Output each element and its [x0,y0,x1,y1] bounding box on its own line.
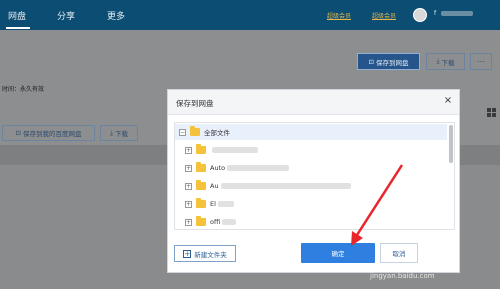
tree-row-folder-5[interactable]: + offi [185,214,237,229]
username[interactable]: f [434,10,436,17]
tree-row-label: offi [210,218,221,226]
save-to-netdisk-button[interactable]: ⊡ 保存到网盘 [357,53,420,70]
vip-link[interactable]: 超级会员 [327,11,351,20]
save-to-netdisk-label: 保存到网盘 [375,58,409,67]
save-to-netdisk-dialog: 保存到网盘 × − 全部文件 + + Auto + Au + El + offi… [167,89,460,273]
save-icon: ⊡ [15,129,21,137]
download-icon: ⤓ [436,57,440,65]
expand-icon[interactable]: + [185,218,192,226]
download-button-secondary[interactable]: ⤓ 下载 [100,125,138,141]
tree-scrollbar[interactable] [449,125,453,163]
vip-link-secondary[interactable]: 超级会员 [372,11,396,20]
plus-icon: + [183,249,192,258]
new-folder-button[interactable]: + 新建文件夹 [174,245,236,262]
close-icon[interactable]: × [442,95,454,107]
dialog-title: 保存到网盘 [176,99,214,108]
expand-icon[interactable]: + [185,146,192,154]
confirm-label: 确定 [331,250,345,258]
new-folder-label: 新建文件夹 [194,250,227,259]
dialog-header: 保存到网盘 × [168,90,459,115]
nav-tab-netdisk[interactable]: 网盘 [8,9,26,22]
tree-row-label: 全部文件 [204,129,230,137]
cancel-button[interactable]: 取消 [380,243,418,263]
grid-view-icon[interactable] [487,108,496,117]
save-icon: ⊡ [368,57,374,66]
more-icon: ⋯ [477,57,485,66]
redacted-name [212,147,258,153]
nav-tab-more[interactable]: 更多 [107,9,125,22]
redacted-name [222,219,237,225]
cancel-label: 取消 [392,250,406,258]
avatar[interactable] [413,8,427,22]
save-to-my-netdisk-label: 保存到我的百度网盘 [22,130,82,138]
tree-row-label: Auto [210,164,226,172]
tree-row-folder-4[interactable]: + El [185,196,234,212]
collapse-icon[interactable]: − [179,128,186,136]
folder-icon [196,180,206,190]
folder-icon [196,144,206,154]
tree-row-folder-2[interactable]: + Auto [185,160,290,176]
download-label: 下载 [441,58,455,67]
tree-row-label: Au [210,182,219,190]
folder-icon [196,162,206,172]
tree-row-folder-3[interactable]: + Au [185,178,351,194]
top-navigation-bar: 网盘 分享 更多 超级会员 超级会员 f [0,0,500,30]
redacted-name [227,165,290,171]
validity-text: 时间：永久有效 [2,86,45,93]
redacted-name [217,201,234,207]
username-redacted [441,11,473,16]
tree-row-folder-1[interactable]: + [185,142,258,158]
folder-tree: − 全部文件 + + Auto + Au + El + offi [174,122,455,230]
download-icon: ⤓ [110,128,113,137]
folder-icon [196,198,206,208]
active-tab-indicator [6,27,30,29]
expand-icon[interactable]: + [185,164,192,172]
watermark-paw-icon [430,236,444,250]
expand-icon[interactable]: + [185,182,192,190]
save-to-my-netdisk-button[interactable]: ⊡ 保存到我的百度网盘 [2,125,95,141]
confirm-button[interactable]: 确定 [301,243,375,263]
expand-icon[interactable]: + [185,200,192,208]
folder-icon [190,126,200,136]
nav-tab-share[interactable]: 分享 [57,9,75,22]
redacted-name [220,183,351,189]
more-options-button[interactable]: ⋯ [470,53,492,70]
watermark-brand: Bai [370,232,388,245]
watermark-url: jingyan.baidu.com [370,272,435,280]
tree-row-all-files[interactable]: − 全部文件 [175,124,447,140]
tree-row-label: El [210,200,216,208]
download-label: 下载 [114,130,128,138]
folder-icon [196,216,206,226]
download-button[interactable]: ⤓ 下载 [426,53,465,70]
